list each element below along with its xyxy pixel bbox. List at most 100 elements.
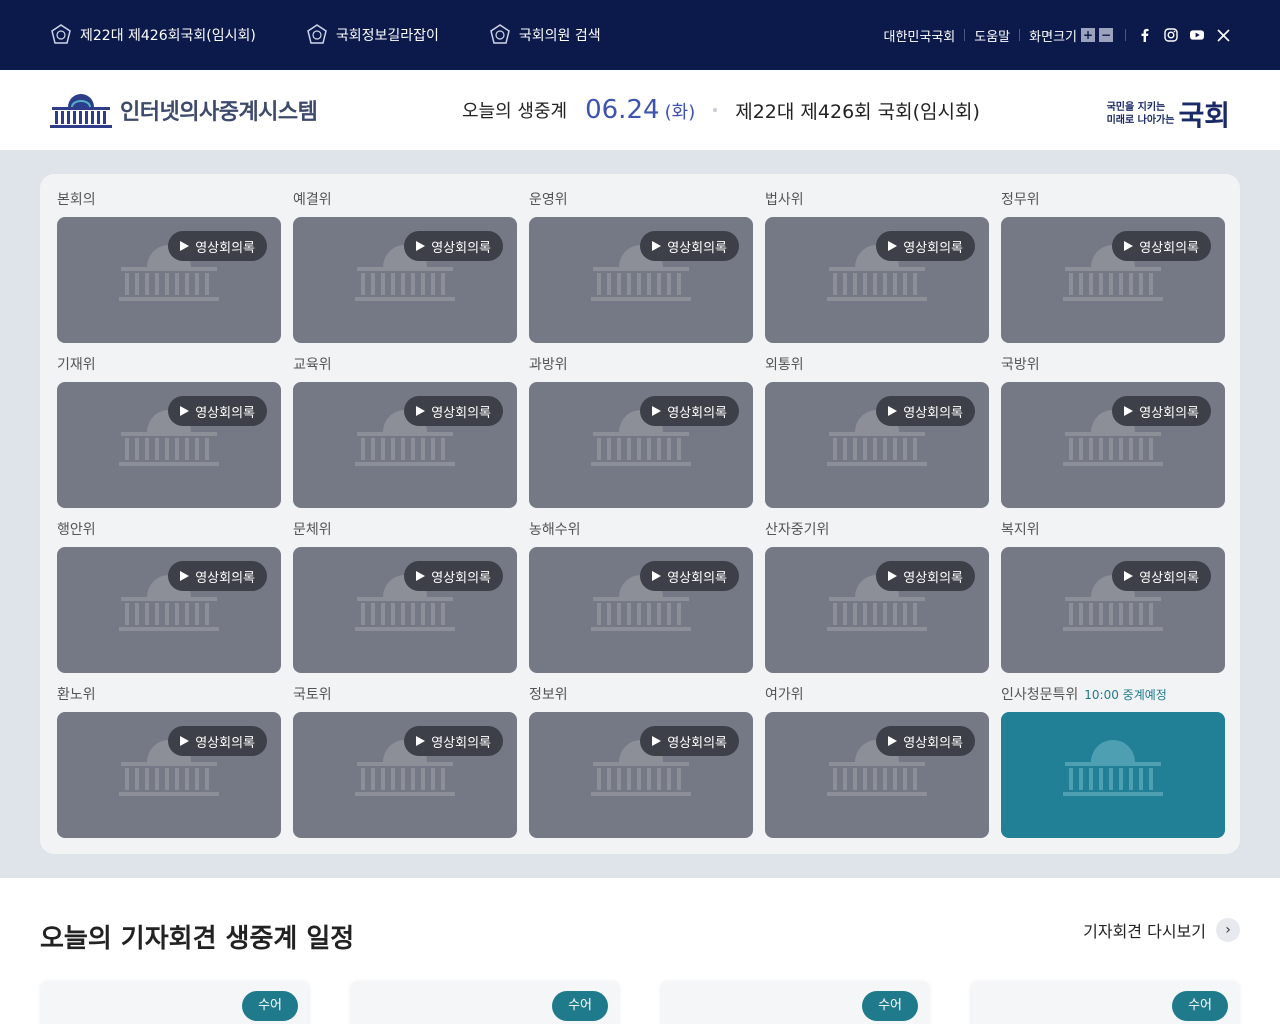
member-search-link[interactable]: 국회의원 검색 (489, 24, 601, 46)
video-minutes-button[interactable]: 영상회의록 (640, 396, 739, 426)
committee-name-text: 교육위 (293, 357, 332, 373)
committee-name: 정무위 (1001, 190, 1225, 217)
play-icon (416, 406, 426, 416)
committee-video-thumbnail[interactable]: 영상회의록 (765, 382, 989, 508)
video-minutes-button[interactable]: 영상회의록 (168, 726, 267, 756)
video-minutes-button[interactable]: 영상회의록 (876, 726, 975, 756)
play-icon (180, 241, 190, 251)
sign-language-badge: 수어 (242, 991, 298, 1021)
video-minutes-button[interactable]: 영상회의록 (640, 726, 739, 756)
video-minutes-label: 영상회의록 (667, 405, 727, 421)
committee-cell: 외통위 영상회의록 (765, 355, 989, 520)
info-guide-link[interactable]: 국회정보길라잡이 (306, 24, 439, 46)
youtube-icon[interactable] (1190, 28, 1204, 42)
video-minutes-button[interactable]: 영상회의록 (1112, 231, 1211, 261)
committee-video-thumbnail[interactable]: 영상회의록 (57, 382, 281, 508)
divider-dot (713, 108, 718, 112)
video-minutes-button[interactable]: 영상회의록 (640, 231, 739, 261)
committee-video-thumbnail[interactable]: 영상회의록 (1001, 382, 1225, 508)
sign-language-badge: 수어 (552, 991, 608, 1021)
info-guide-label: 국회정보길라잡이 (335, 28, 439, 44)
press-replay-label: 기자회견 다시보기 (1083, 922, 1206, 941)
video-minutes-button[interactable]: 영상회의록 (640, 561, 739, 591)
committee-video-thumbnail[interactable]: 영상회의록 (57, 547, 281, 673)
committee-video-thumbnail[interactable]: 영상회의록 (529, 547, 753, 673)
committee-video-thumbnail[interactable]: 영상회의록 (765, 547, 989, 673)
site-logo[interactable]: 인터넷의사중계시스템 (50, 91, 318, 129)
video-minutes-button[interactable]: 영상회의록 (404, 726, 503, 756)
video-minutes-button[interactable]: 영상회의록 (876, 231, 975, 261)
committee-video-thumbnail[interactable]: 영상회의록 (57, 712, 281, 838)
video-minutes-button[interactable]: 영상회의록 (168, 396, 267, 426)
committee-grid-section: 본회의 영상회의록 예결위 영상회의록 운영위 영상회의록 법사위 영상회의록 정무위 영상회의록… (0, 150, 1280, 878)
video-minutes-button[interactable]: 영상회의록 (1112, 561, 1211, 591)
today-date: 06.24 (585, 95, 660, 125)
video-minutes-button[interactable]: 영상회의록 (404, 231, 503, 261)
committee-video-thumbnail[interactable]: 영상회의록 (765, 712, 989, 838)
video-minutes-button[interactable]: 영상회의록 (168, 231, 267, 261)
press-card[interactable]: 수어 (350, 981, 620, 1024)
committee-name-text: 국방위 (1001, 357, 1040, 373)
video-minutes-button[interactable]: 영상회의록 (404, 561, 503, 591)
press-card[interactable]: 수어 (660, 981, 930, 1024)
committee-name: 정보위 (529, 685, 753, 712)
committee-video-thumbnail[interactable] (1001, 712, 1225, 838)
committee-name-text: 본회의 (57, 192, 96, 208)
committee-row: 환노위 영상회의록 국토위 영상회의록 정보위 영상회의록 여가위 영상회의록 인사청문특위 10… (57, 685, 1225, 850)
committee-cell: 인사청문특위 10:00 중계예정 (1001, 685, 1225, 850)
press-card[interactable]: 수어 (40, 981, 310, 1024)
committee-video-thumbnail[interactable]: 영상회의록 (57, 217, 281, 343)
committee-video-thumbnail[interactable]: 영상회의록 (529, 382, 753, 508)
committee-video-thumbnail[interactable]: 영상회의록 (529, 217, 753, 343)
play-icon (180, 571, 190, 581)
committee-video-thumbnail[interactable]: 영상회의록 (765, 217, 989, 343)
committee-video-thumbnail[interactable]: 영상회의록 (293, 547, 517, 673)
committee-name-text: 문체위 (293, 522, 332, 538)
chevron-right-icon: › (1216, 918, 1240, 942)
facebook-icon[interactable] (1138, 28, 1152, 42)
assembly-link[interactable]: 대한민국국회 (875, 26, 965, 45)
social-links (1126, 28, 1230, 42)
brand-slogan-text: 국민을 지키는 미래로 나아가는 (1107, 101, 1175, 127)
committee-video-thumbnail[interactable]: 영상회의록 (529, 712, 753, 838)
committee-video-thumbnail[interactable]: 영상회의록 (293, 382, 517, 508)
instagram-icon[interactable] (1164, 28, 1178, 42)
font-decrease-button[interactable]: − (1099, 28, 1113, 42)
member-search-label: 국회의원 검색 (518, 28, 601, 44)
today-label: 오늘의 생중계 (462, 101, 568, 122)
brand-slogan: 국민을 지키는 미래로 나아가는 국회 (1107, 94, 1230, 134)
committee-cell: 본회의영상회의록 (57, 190, 281, 355)
session-link[interactable]: 제22대 제426회국회(임시회) (50, 24, 256, 46)
session-title: 제22대 제426회 국회(임시회) (735, 100, 980, 123)
play-icon (1124, 241, 1134, 251)
video-minutes-button[interactable]: 영상회의록 (168, 561, 267, 591)
session-link-label: 제22대 제426회국회(임시회) (80, 28, 256, 44)
committee-name: 국토위 (293, 685, 517, 712)
x-icon[interactable] (1216, 28, 1230, 42)
font-increase-button[interactable]: + (1081, 28, 1095, 42)
today-live-info: 오늘의 생중계 06.24 (화) 제22대 제426회 국회(임시회) (462, 70, 980, 150)
video-minutes-button[interactable]: 영상회의록 (876, 396, 975, 426)
committee-video-thumbnail[interactable]: 영상회의록 (293, 217, 517, 343)
committee-name-text: 복지위 (1001, 522, 1040, 538)
committee-video-thumbnail[interactable]: 영상회의록 (1001, 217, 1225, 343)
committee-video-thumbnail[interactable]: 영상회의록 (293, 712, 517, 838)
committee-cell: 국토위영상회의록 (293, 685, 517, 850)
committee-name: 예결위 (293, 190, 517, 217)
today-date-group: 06.24 (화) (585, 95, 695, 125)
press-card[interactable]: 수어 (970, 981, 1240, 1024)
committee-grid: 본회의 영상회의록 예결위 영상회의록 운영위 영상회의록 법사위 영상회의록 정무위 영상회의록… (40, 174, 1240, 854)
committee-cell: 과방위영상회의록 (529, 355, 753, 520)
emblem-icon (51, 24, 71, 44)
committee-name: 국방위 (1001, 355, 1225, 382)
committee-name: 과방위 (529, 355, 753, 382)
press-section: 오늘의 기자회견 생중계 일정 기자회견 다시보기 › 수어 수어 수어 수어 (0, 878, 1280, 1024)
assembly-building-icon (1063, 740, 1163, 796)
video-minutes-button[interactable]: 영상회의록 (876, 561, 975, 591)
video-minutes-button[interactable]: 영상회의록 (1112, 396, 1211, 426)
committee-video-thumbnail[interactable]: 영상회의록 (1001, 547, 1225, 673)
sign-language-badge: 수어 (862, 991, 918, 1021)
video-minutes-button[interactable]: 영상회의록 (404, 396, 503, 426)
press-replay-link[interactable]: 기자회견 다시보기 › (1083, 918, 1240, 942)
help-link[interactable]: 도움말 (965, 26, 1019, 45)
